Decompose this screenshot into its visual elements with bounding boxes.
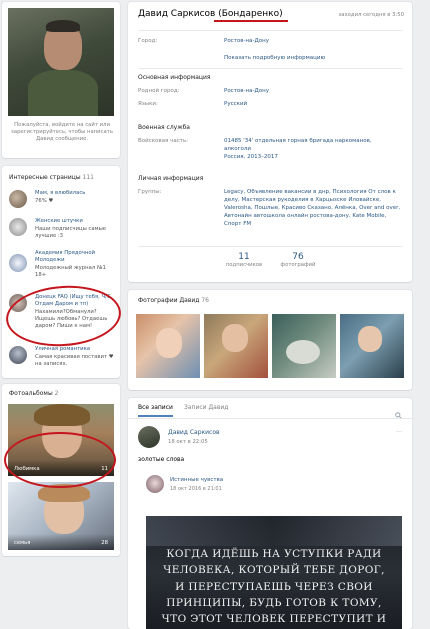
last-seen: заходил сегодня в 3:50 bbox=[338, 12, 404, 18]
interesting-pages-header[interactable]: Интересные страницы 111 bbox=[9, 174, 94, 182]
stat-label: фотографий bbox=[280, 262, 316, 268]
album-name: Любимка bbox=[14, 465, 40, 472]
list-item[interactable]: Донецк FAQ (Ищу тебя, Ч/С, Отдам Даром и… bbox=[9, 294, 115, 338]
avatar[interactable] bbox=[8, 8, 114, 116]
military-heading: Военная служба bbox=[138, 124, 190, 131]
list-item[interactable]: Мам, я влюбилась 76% ♥ bbox=[9, 190, 115, 216]
post-menu-icon[interactable]: ··· bbox=[396, 429, 402, 436]
stat-followers[interactable]: 11 подписчиков bbox=[218, 252, 270, 268]
page-avatar bbox=[9, 294, 27, 312]
repost-author[interactable]: Истинные чувства bbox=[170, 477, 223, 483]
personal-heading: Личная информация bbox=[138, 175, 204, 182]
wall-card: Все записи Записи Давид Давид Саркисов 1… bbox=[128, 398, 412, 629]
page-avatar bbox=[9, 346, 27, 364]
main-info-heading: Основная информация bbox=[138, 74, 211, 81]
page-desc: Молодежный журнал №1 18+ bbox=[35, 265, 106, 279]
stat-label: подписчиков bbox=[225, 262, 263, 268]
page-desc: Наши подписчицы самые лучшие :3 bbox=[35, 226, 107, 240]
photos-card: Фотографии Давид 76 bbox=[128, 290, 412, 390]
divider bbox=[128, 418, 412, 419]
repost-date[interactable]: 18 окт 2016 в 21:01 bbox=[170, 486, 222, 492]
login-prompt: Пожалуйста, войдите на сайт или зарегист… bbox=[11, 122, 113, 143]
repost-avatar[interactable] bbox=[146, 475, 164, 493]
page-desc: Нахамили?Обманули? Ищешь любовь? Отдаешь… bbox=[35, 309, 108, 330]
page-avatar bbox=[9, 190, 27, 208]
interesting-pages-count: 111 bbox=[82, 174, 94, 181]
repost-quote: Когда идёшь на уступки ради человека, ко… bbox=[161, 548, 387, 626]
photo-thumb[interactable] bbox=[272, 314, 336, 378]
profile-full-name: Давид Саркисов bbox=[138, 9, 216, 19]
post-date[interactable]: 18 окт в 22:05 bbox=[168, 439, 208, 445]
list-item[interactable]: Академия Прядочной Молодежи Молодежный ж… bbox=[9, 250, 115, 286]
lang-label: Языки: bbox=[138, 101, 158, 107]
albums-card: Фотоальбомы 2 Любимка 11 семья 28 bbox=[2, 384, 120, 556]
album-cover[interactable]: Любимка 11 bbox=[8, 404, 114, 476]
page-avatar bbox=[9, 218, 27, 236]
divider bbox=[138, 68, 402, 69]
album-cover[interactable]: семья 28 bbox=[8, 482, 114, 550]
photos-count: 76 bbox=[201, 297, 209, 304]
unit-value[interactable]: 01485 '34' отдельная горная бригада нарк… bbox=[224, 138, 400, 154]
groups-label: Группы: bbox=[138, 189, 162, 195]
albums-count: 2 bbox=[54, 390, 59, 397]
divider bbox=[138, 246, 402, 247]
list-item[interactable]: Женские штучки Наши подписчицы самые луч… bbox=[9, 218, 115, 248]
page-desc: 76% ♥ bbox=[35, 198, 54, 204]
album-count: 11 bbox=[101, 465, 108, 472]
groups-value[interactable]: Legacy, Объявление вакансии в днр, Психо… bbox=[224, 189, 404, 229]
post-author-avatar[interactable] bbox=[138, 426, 160, 448]
name-underline-annotation bbox=[214, 20, 288, 22]
unit-label: Войсковая часть: bbox=[138, 138, 189, 144]
page-desc: Самая красивая поставит ♥ на записях. bbox=[35, 354, 114, 368]
divider bbox=[138, 30, 402, 31]
interesting-pages-label: Интересные страницы bbox=[9, 174, 81, 181]
post-text: золотые слова bbox=[138, 456, 185, 463]
lang-value[interactable]: Русский bbox=[224, 101, 247, 109]
page-name: Мам, я влюбилась bbox=[35, 190, 86, 196]
photo-thumb[interactable] bbox=[204, 314, 268, 378]
search-icon[interactable] bbox=[395, 404, 402, 419]
photo-thumb[interactable] bbox=[340, 314, 404, 378]
list-item[interactable]: Уличная романтика Самая красивая постави… bbox=[9, 346, 115, 374]
city-value[interactable]: Ростов-на-Дону bbox=[224, 38, 269, 46]
repost-image[interactable]: Когда идёшь на уступки ради человека, ко… bbox=[146, 516, 402, 629]
albums-header[interactable]: Фотоальбомы 2 bbox=[9, 390, 58, 398]
page-name: Академия Прядочной Молодежи bbox=[35, 250, 96, 264]
albums-label: Фотоальбомы bbox=[9, 390, 53, 397]
avatar-card: Пожалуйста, войдите на сайт или зарегист… bbox=[2, 2, 120, 158]
profile-info-card: Давид Саркисов (Бондаренко) заходил сего… bbox=[128, 2, 412, 282]
interesting-pages-card: Интересные страницы 111 Мам, я влюбилась… bbox=[2, 166, 120, 378]
post-author[interactable]: Давид Саркисов bbox=[168, 429, 220, 436]
album-count: 28 bbox=[101, 539, 108, 546]
home-value[interactable]: Ростов-на-Дону bbox=[224, 88, 269, 96]
stat-number: 76 bbox=[292, 252, 304, 262]
tab-all-posts[interactable]: Все записи bbox=[138, 404, 173, 417]
stat-photos[interactable]: 76 фотографий bbox=[274, 252, 322, 268]
city-label: Город: bbox=[138, 38, 158, 44]
page-name: Уличная романтика bbox=[35, 346, 91, 352]
show-more-link[interactable]: Показать подробную информацию bbox=[224, 55, 325, 63]
page-avatar bbox=[9, 254, 27, 272]
tab-own-posts[interactable]: Записи Давид bbox=[184, 404, 228, 411]
photos-header[interactable]: Фотографии Давид 76 bbox=[138, 297, 209, 305]
photos-label: Фотографии Давид bbox=[138, 297, 200, 304]
photo-thumb[interactable] bbox=[136, 314, 200, 378]
profile-maiden-name: (Бондаренко) bbox=[218, 9, 283, 19]
page-name: Донецк FAQ (Ищу тебя, Ч/С, Отдам Даром и… bbox=[35, 294, 113, 308]
home-label: Родной город: bbox=[138, 88, 180, 94]
profile-name: Давид Саркисов (Бондаренко) bbox=[138, 9, 283, 19]
stat-number: 11 bbox=[238, 252, 250, 262]
album-name: семья bbox=[14, 539, 31, 546]
unit-years[interactable]: Россия, 2013–2017 bbox=[224, 154, 278, 162]
page-name: Женские штучки bbox=[35, 218, 83, 224]
